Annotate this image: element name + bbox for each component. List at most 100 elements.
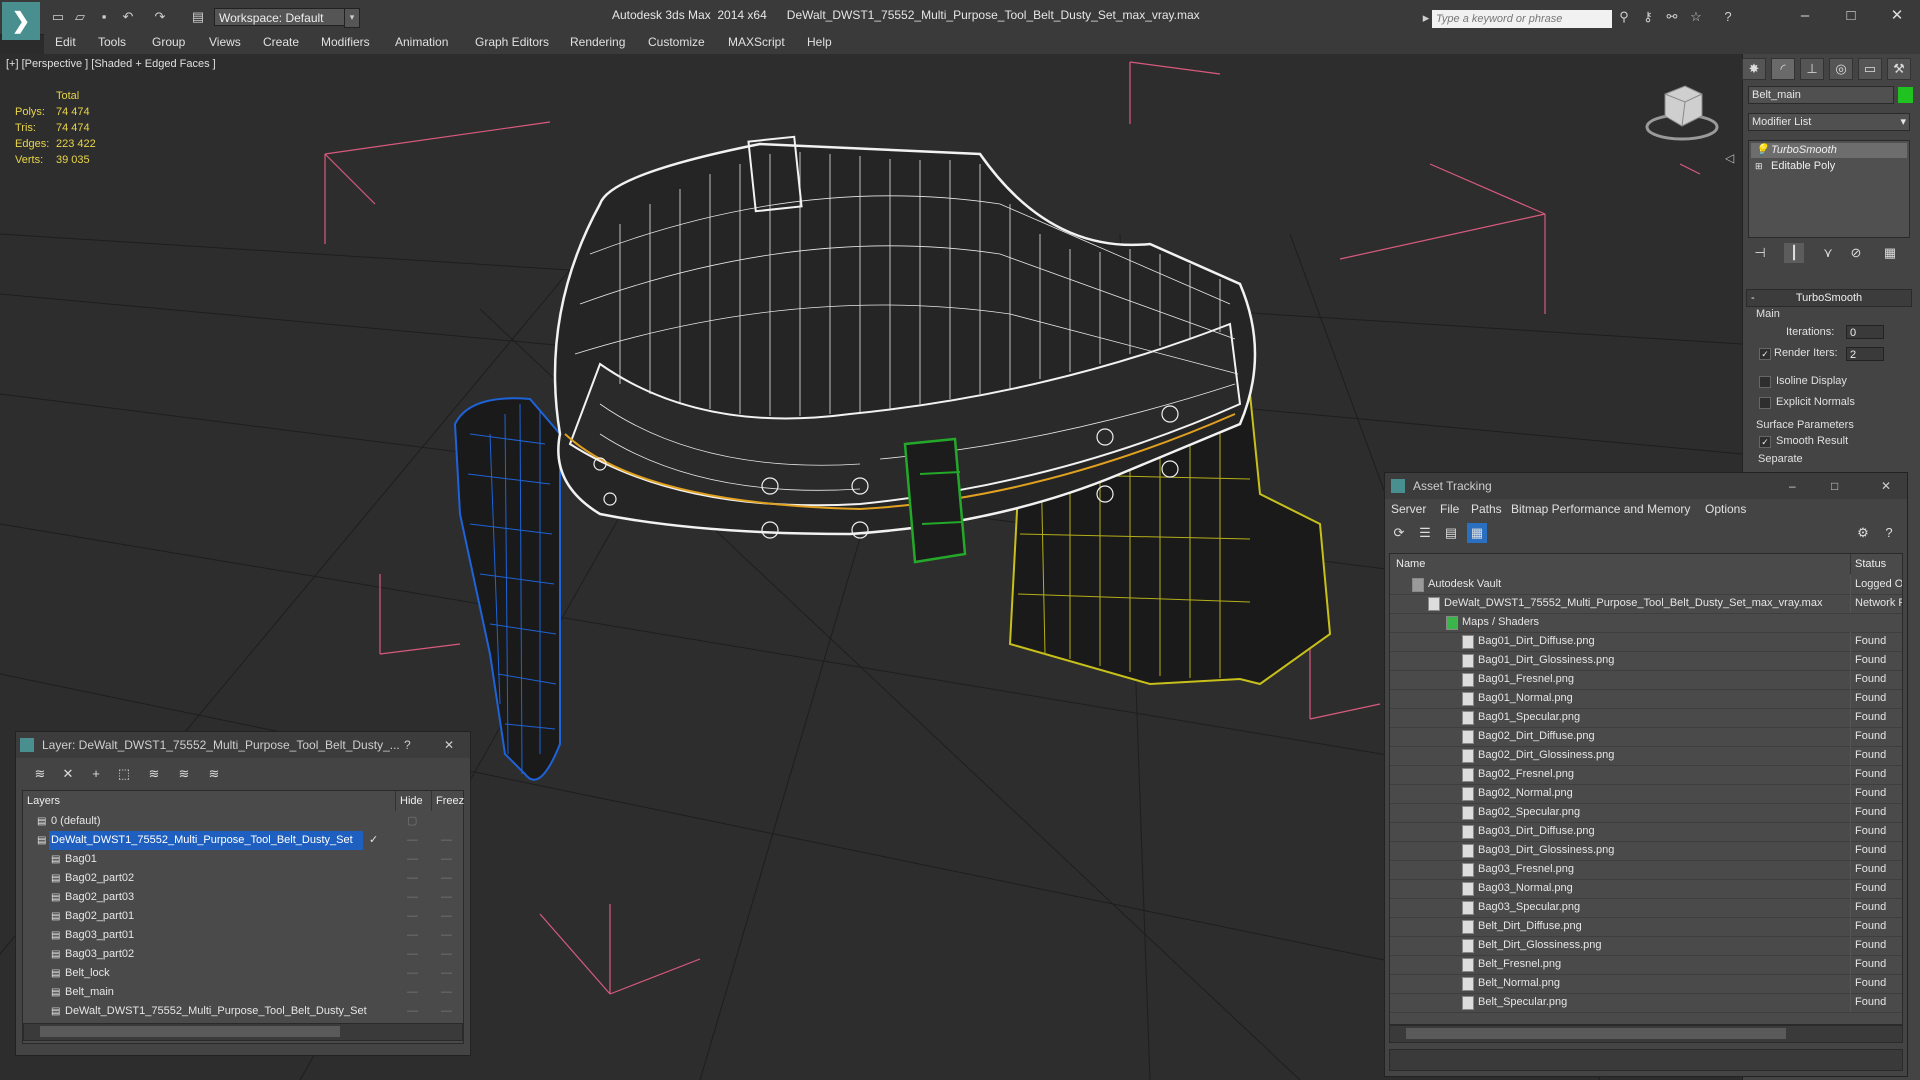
make-unique-icon[interactable]: ⋎ — [1818, 243, 1838, 263]
menu-rendering[interactable]: Rendering — [570, 35, 625, 49]
binoculars-icon[interactable]: ⚲ — [1616, 9, 1632, 25]
maximize-icon[interactable]: □ — [1831, 473, 1838, 499]
hide-toggle[interactable]: — — [407, 1002, 418, 1021]
asset-row[interactable]: Belt_Normal.png Found — [1390, 974, 1902, 994]
help-icon[interactable]: ? — [1720, 9, 1736, 25]
modify-tab-icon[interactable]: ◜ — [1771, 58, 1795, 80]
modifier-stack[interactable]: 💡 TurboSmooth ⊞ Editable Poly — [1748, 140, 1910, 238]
col-name[interactable]: Name — [1396, 554, 1425, 574]
app-logo-icon[interactable]: ❯ — [2, 2, 40, 40]
object-name-field[interactable]: Belt_main — [1748, 86, 1894, 104]
col-status[interactable]: Status — [1850, 554, 1886, 574]
layer-row[interactable]: ▤ DeWalt_DWST1_75552_Multi_Purpose_Tool_B… — [23, 831, 463, 850]
layer-row[interactable]: ▤ Bag01 — — — [23, 850, 463, 869]
menu-tools[interactable]: Tools — [98, 35, 126, 49]
asset-row[interactable]: Bag02_Fresnel.png Found — [1390, 765, 1902, 785]
utilities-tab-icon[interactable]: ⚒ — [1887, 58, 1911, 80]
hierarchy-tab-icon[interactable]: ⊥ — [1800, 58, 1824, 80]
asset-row[interactable]: Bag01_Specular.png Found — [1390, 708, 1902, 728]
asset-row[interactable]: Bag02_Normal.png Found — [1390, 784, 1902, 804]
freeze-toggle[interactable]: — — [441, 869, 452, 888]
minimize-icon[interactable]: – — [1790, 4, 1820, 28]
menu-animation[interactable]: Animation — [395, 35, 448, 49]
maximize-icon[interactable]: □ — [1836, 4, 1866, 28]
hide-toggle[interactable]: — — [407, 831, 418, 850]
layer-hscrollbar[interactable] — [23, 1023, 463, 1041]
asset-row[interactable]: Maps / Shaders — [1390, 613, 1902, 633]
favorites-icon[interactable]: ⚯ — [1664, 9, 1680, 25]
asset-row[interactable]: Bag03_Normal.png Found — [1390, 879, 1902, 899]
stack-item-turbosmooth[interactable]: 💡 TurboSmooth — [1751, 143, 1907, 158]
hide-toggle[interactable]: — — [407, 945, 418, 964]
render-iters-spinner[interactable]: 2 — [1846, 347, 1884, 361]
layer-row[interactable]: ▤ Bag03_part02 — — — [23, 945, 463, 964]
asset-menu-file[interactable]: File — [1440, 502, 1459, 516]
asset-menu-options[interactable]: Options — [1705, 502, 1746, 516]
hide-toggle[interactable]: — — [407, 964, 418, 983]
menu-create[interactable]: Create — [263, 35, 299, 49]
menu-group[interactable]: Group — [152, 35, 185, 49]
asset-row[interactable]: Belt_Dirt_Diffuse.png Found — [1390, 917, 1902, 937]
new-file-icon[interactable]: ▭ — [50, 9, 66, 25]
select-objects-icon[interactable]: ⬚ — [114, 764, 134, 784]
layer-row[interactable]: ▤ Bag03_part01 — — — [23, 926, 463, 945]
help-icon[interactable]: ? — [404, 732, 411, 758]
add-to-layer-icon[interactable]: + — [86, 764, 106, 784]
explicit-normals-checkbox[interactable] — [1759, 397, 1771, 409]
asset-row[interactable]: Bag01_Dirt_Glossiness.png Found — [1390, 651, 1902, 671]
hide-toggle[interactable]: — — [407, 869, 418, 888]
asset-row[interactable]: Bag03_Dirt_Diffuse.png Found — [1390, 822, 1902, 842]
tree-view-icon[interactable]: ▤ — [1441, 523, 1461, 543]
freeze-toggle[interactable]: — — [441, 945, 452, 964]
asset-row[interactable]: DeWalt_DWST1_75552_Multi_Purpose_Tool_Be… — [1390, 594, 1902, 614]
asset-row[interactable]: Bag01_Dirt_Diffuse.png Found — [1390, 632, 1902, 652]
layer-row[interactable]: ▤ Belt_main — — — [23, 983, 463, 1002]
asset-row[interactable]: Bag03_Fresnel.png Found — [1390, 860, 1902, 880]
create-tab-icon[interactable]: ✸ — [1742, 58, 1766, 80]
viewcube-home-icon[interactable]: ◁ — [1725, 151, 1735, 165]
asset-scroll-thumb[interactable] — [1406, 1028, 1786, 1039]
hide-toggle[interactable]: ▢ — [407, 812, 417, 831]
delete-layer-icon[interactable]: ✕ — [58, 764, 78, 784]
display-tab-icon[interactable]: ▭ — [1858, 58, 1882, 80]
asset-menu-bitmap[interactable]: Bitmap Performance and Memory — [1511, 502, 1690, 516]
layer-scroll-thumb[interactable] — [40, 1026, 340, 1037]
hide-toggle[interactable]: — — [407, 850, 418, 869]
open-file-icon[interactable]: ▱ — [72, 9, 88, 25]
layer-row[interactable]: ▤ Bag02_part01 — — — [23, 907, 463, 926]
freeze-toggle[interactable]: — — [441, 964, 452, 983]
menu-customize[interactable]: Customize — [648, 35, 705, 49]
redo-icon[interactable]: ↷ — [152, 9, 168, 25]
freeze-all-icon[interactable]: ≋ — [204, 764, 224, 784]
lightbulb-icon[interactable]: 💡 — [1755, 143, 1769, 158]
asset-row[interactable]: Bag03_Dirt_Glossiness.png Found — [1390, 841, 1902, 861]
table-view-icon[interactable]: ▦ — [1467, 523, 1487, 543]
minimize-icon[interactable]: – — [1789, 473, 1796, 499]
save-icon[interactable]: ▪ — [96, 9, 112, 25]
highlight-icon[interactable]: ⚙ — [1853, 523, 1873, 543]
star-icon[interactable]: ☆ — [1688, 9, 1704, 25]
render-iters-checkbox[interactable]: ✓ — [1759, 348, 1771, 360]
menu-edit[interactable]: Edit — [55, 35, 76, 49]
freeze-toggle[interactable]: — — [441, 831, 452, 850]
modifier-list-dropdown[interactable]: Modifier List ▾ — [1748, 113, 1910, 131]
asset-row[interactable]: Belt_Specular.png Found — [1390, 993, 1902, 1013]
smooth-result-checkbox[interactable]: ✓ — [1759, 436, 1771, 448]
asset-path-field[interactable] — [1389, 1049, 1903, 1071]
asset-menu-server[interactable]: Server — [1391, 502, 1426, 516]
col-freeze[interactable]: Freeze — [431, 791, 464, 811]
asset-row[interactable]: Bag02_Dirt_Diffuse.png Found — [1390, 727, 1902, 747]
menu-modifiers[interactable]: Modifiers — [321, 35, 370, 49]
asset-help-icon[interactable]: ? — [1879, 523, 1899, 543]
freeze-toggle[interactable]: — — [441, 888, 452, 907]
expand-plus-icon[interactable]: ⊞ — [1755, 159, 1763, 174]
asset-row[interactable]: Autodesk Vault Logged Ou — [1390, 575, 1902, 595]
freeze-toggle[interactable]: — — [441, 850, 452, 869]
menu-help[interactable]: Help — [807, 35, 832, 49]
hide-all-icon[interactable]: ≋ — [174, 764, 194, 784]
create-layer-icon[interactable]: ≋ — [30, 764, 50, 784]
view-cube[interactable] — [1645, 85, 1719, 141]
asset-hscrollbar[interactable] — [1389, 1025, 1903, 1043]
layer-row[interactable]: ▤ Bag02_part03 — — — [23, 888, 463, 907]
viewport-label[interactable]: [+] [Perspective ] [Shaded + Edged Faces… — [6, 58, 216, 70]
